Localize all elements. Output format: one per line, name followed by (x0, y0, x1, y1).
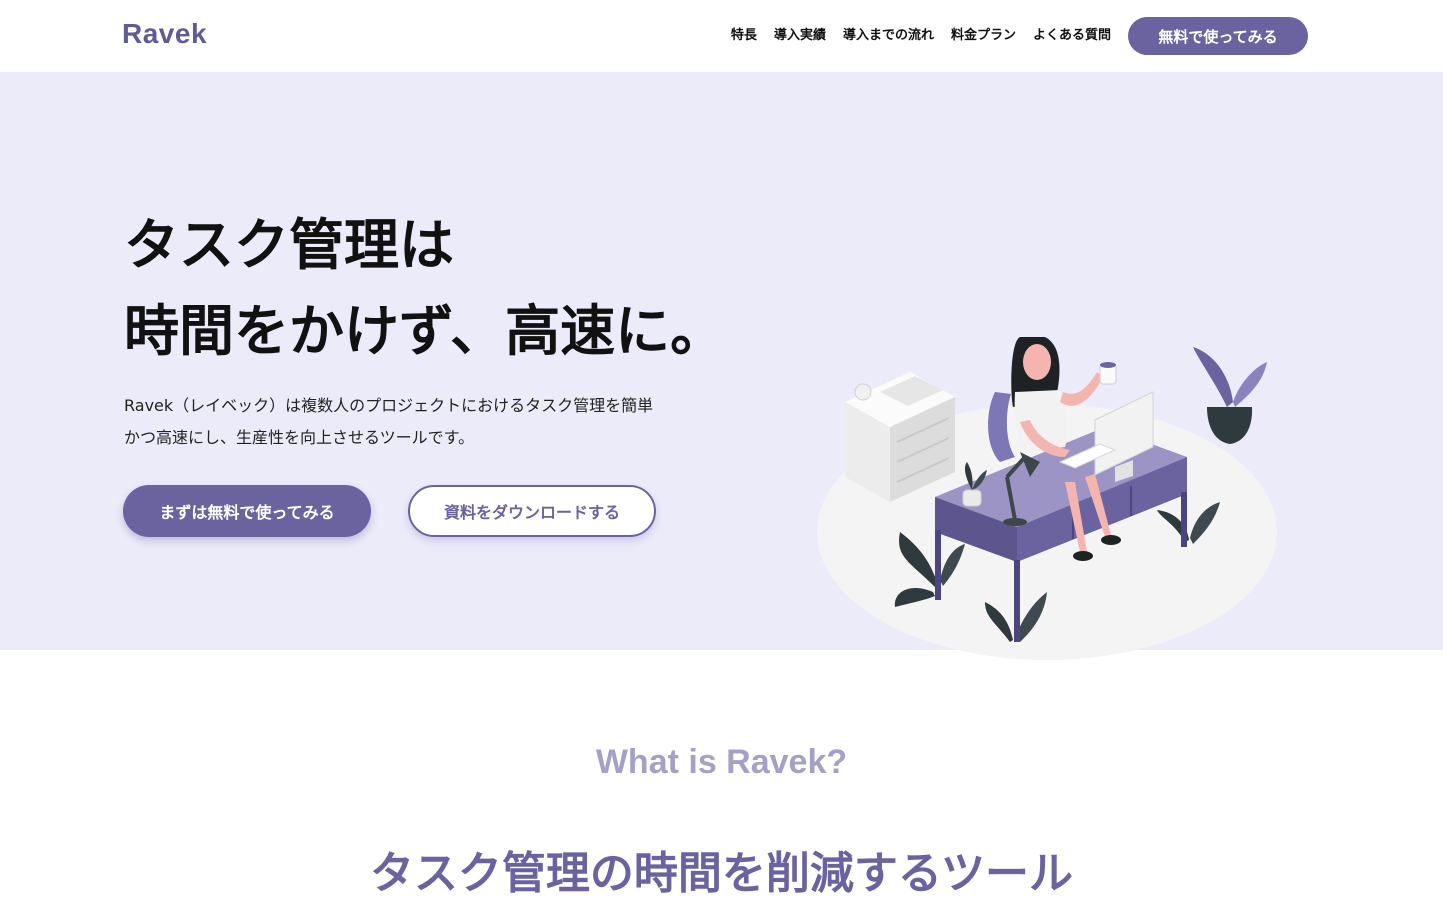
header-try-free-button[interactable]: 無料で使ってみる (1128, 17, 1308, 55)
main-nav: 特長 導入実績 導入までの流れ 料金プラン よくある質問 (731, 27, 1111, 45)
site-header: Ravek 特長 導入実績 導入までの流れ 料金プラン よくある質問 無料で使っ… (0, 0, 1443, 72)
nav-link-case-studies[interactable]: 導入実績 (774, 27, 826, 45)
hero-description-line-1: Ravek（レイベック）は複数人のプロジェクトにおけるタスク管理を簡単 (124, 396, 654, 415)
about-title: タスク管理の時間を削減するツール (369, 847, 1074, 899)
about-eyebrow: What is Ravek? (595, 743, 848, 781)
coffee-mug-icon (1099, 362, 1117, 385)
woman-working-at-desk-illustration (817, 337, 1277, 660)
download-docs-button[interactable]: 資料をダウンロードする (408, 485, 656, 537)
try-free-button[interactable]: まずは無料で使ってみる (123, 485, 371, 537)
brand-logo[interactable]: Ravek (122, 18, 207, 50)
nav-link-faq[interactable]: よくある質問 (1033, 27, 1111, 45)
hero-title-line-2: 時間をかけず、高速に。 (124, 299, 726, 363)
hero-description: Ravek（レイベック）は複数人のプロジェクトにおけるタスク管理を簡単 かつ高速… (124, 390, 744, 454)
nav-link-features[interactable]: 特長 (731, 27, 757, 45)
potted-plant-icon (1193, 347, 1267, 444)
hero-title: タスク管理は 時間をかけず、高速に。 (124, 202, 725, 374)
hero-description-line-2: かつ高速にし、生産性を向上させるツールです。 (124, 428, 475, 447)
nav-link-onboarding-flow[interactable]: 導入までの流れ (843, 27, 934, 45)
hero-section: タスク管理は 時間をかけず、高速に。 Ravek（レイベック）は複数人のプロジェ… (0, 72, 1443, 660)
nav-link-pricing[interactable]: 料金プラン (951, 27, 1016, 45)
hero-title-line-1: タスク管理は (124, 213, 455, 277)
